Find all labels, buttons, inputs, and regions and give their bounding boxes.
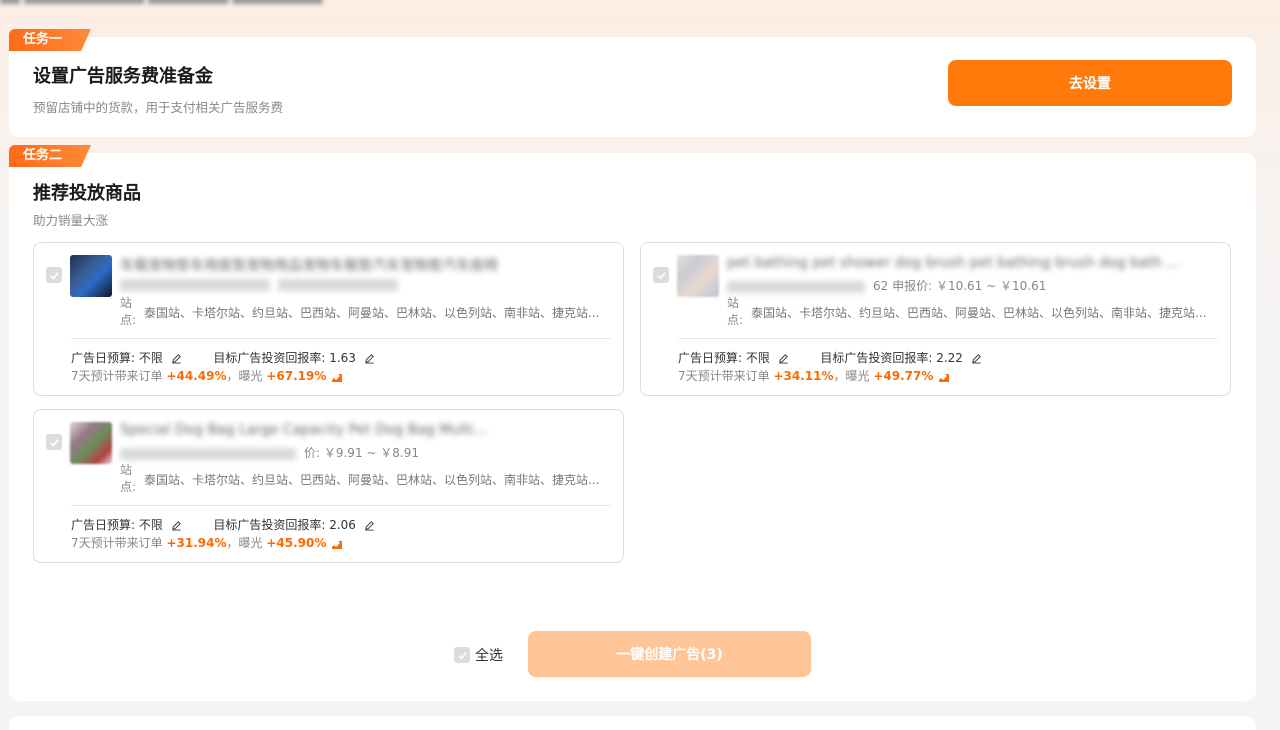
task-card-3 [9, 716, 1256, 730]
product-card[interactable]: pet bathing pet shower dog brush pet bat… [640, 242, 1231, 396]
check-icon [49, 271, 59, 279]
task-card-2: 任务二 推荐投放商品 助力销量大涨 车载宠物垫车用座垫宠物用品宠物车载垫汽车宠物… [9, 145, 1256, 701]
divider [678, 338, 1218, 339]
daily-budget: 广告日预算: 不限 [678, 351, 770, 365]
edit-pencil-icon[interactable] [971, 353, 982, 364]
task-subtitle: 预留店铺中的货款，用于支付相关广告服务费 [33, 100, 284, 115]
target-roi: 目标广告投资回报率: 1.63 [213, 351, 356, 365]
product-thumbnail [70, 422, 112, 464]
select-all-box[interactable] [454, 647, 470, 663]
edit-pencil-icon[interactable] [778, 353, 789, 364]
trend-up-icon [332, 540, 343, 549]
task-title: 推荐投放商品 [33, 183, 141, 204]
product-sites: 泰国站、卡塔尔站、约旦站、巴西站、阿曼站、巴林站、以色列站、南非站、捷克站... [144, 473, 600, 487]
bulk-actions: 全选 一键创建广告(3) [9, 631, 1256, 677]
check-icon [457, 651, 467, 659]
task-ribbon: 任务一 [9, 29, 91, 51]
task-title: 设置广告服务费准备金 [33, 66, 213, 87]
go-setup-button[interactable]: 去设置 [948, 60, 1232, 106]
product-thumbnail [677, 255, 719, 297]
edit-pencil-icon[interactable] [364, 520, 375, 531]
product-thumbnail [70, 255, 112, 297]
edit-pencil-icon[interactable] [364, 353, 375, 364]
product-sites: 泰国站、卡塔尔站、约旦站、巴西站、阿曼站、巴林站、以色列站、南非站、捷克站... [751, 306, 1207, 320]
exposure-increase: +45.90% [266, 536, 327, 550]
task-card-1: 任务一 设置广告服务费准备金 预留店铺中的货款，用于支付相关广告服务费 去设置 [9, 29, 1256, 137]
product-sites: 泰国站、卡塔尔站、约旦站、巴西站、阿曼站、巴林站、以色列站、南非站、捷克站... [144, 306, 600, 320]
check-icon [656, 271, 666, 279]
orders-increase: +44.49% [166, 369, 227, 383]
sites-label: 站点: [120, 296, 137, 327]
product-forecast: 7天预计带来订单 +34.11%，曝光 +49.77% [678, 367, 950, 384]
exposure-increase: +67.19% [266, 369, 327, 383]
product-forecast: 7天预计带来订单 +31.94%，曝光 +45.90% [71, 534, 343, 551]
orders-increase: +34.11% [773, 369, 834, 383]
product-card[interactable]: 车载宠物垫车用座垫宠物用品宠物车载垫汽车宠物垫汽车座椅 站点: 泰国站、卡塔尔站… [33, 242, 624, 396]
edit-pencil-icon[interactable] [171, 520, 182, 531]
product-title: pet bathing pet shower dog brush pet bat… [727, 255, 1180, 271]
product-budget-row: 广告日预算: 不限 目标广告投资回报率: 2.22 [678, 349, 982, 366]
divider [71, 505, 611, 506]
sites-label: 站点: [727, 296, 744, 327]
task-ribbon: 任务二 [9, 145, 91, 167]
product-checkbox[interactable] [46, 434, 62, 450]
divider [71, 338, 611, 339]
select-all-label: 全选 [475, 648, 503, 664]
select-all-checkbox[interactable]: 全选 [454, 645, 503, 665]
edit-pencil-icon[interactable] [171, 353, 182, 364]
product-meta: 价: ￥9.91 ~ ￥8.91 [120, 444, 419, 461]
product-budget-row: 广告日预算: 不限 目标广告投资回报率: 2.06 [71, 516, 375, 533]
exposure-increase: +49.77% [873, 369, 934, 383]
orders-increase: +31.94% [166, 536, 227, 550]
create-ads-button[interactable]: 一键创建广告(3) [528, 631, 811, 677]
product-title: Special Dog Bag Large Capacity Pet Dog B… [120, 422, 487, 438]
trend-up-icon [939, 373, 950, 382]
product-checkbox[interactable] [46, 267, 62, 283]
product-card[interactable]: Special Dog Bag Large Capacity Pet Dog B… [33, 409, 624, 563]
product-forecast: 7天预计带来订单 +44.49%，曝光 +67.19% [71, 367, 343, 384]
daily-budget: 广告日预算: 不限 [71, 518, 163, 532]
sites-label: 站点: [120, 463, 137, 494]
trend-up-icon [332, 373, 343, 382]
product-meta [120, 277, 406, 291]
product-checkbox[interactable] [653, 267, 669, 283]
task-subtitle: 助力销量大涨 [33, 213, 109, 228]
top-blurred-text: ▇▇ ▇▇▇▇▇▇▇▇▇▇▇▇ ▇▇▇▇▇▇▇▇ ▇▇▇▇▇▇▇▇▇ [0, 0, 460, 4]
product-meta: 62 申报价: ￥10.61 ~ ￥10.61 [727, 277, 1046, 294]
product-budget-row: 广告日预算: 不限 目标广告投资回报率: 1.63 [71, 349, 375, 366]
target-roi: 目标广告投资回报率: 2.06 [213, 518, 356, 532]
check-icon [49, 438, 59, 446]
daily-budget: 广告日预算: 不限 [71, 351, 163, 365]
target-roi: 目标广告投资回报率: 2.22 [820, 351, 963, 365]
product-title: 车载宠物垫车用座垫宠物用品宠物车载垫汽车宠物垫汽车座椅 [120, 258, 498, 274]
